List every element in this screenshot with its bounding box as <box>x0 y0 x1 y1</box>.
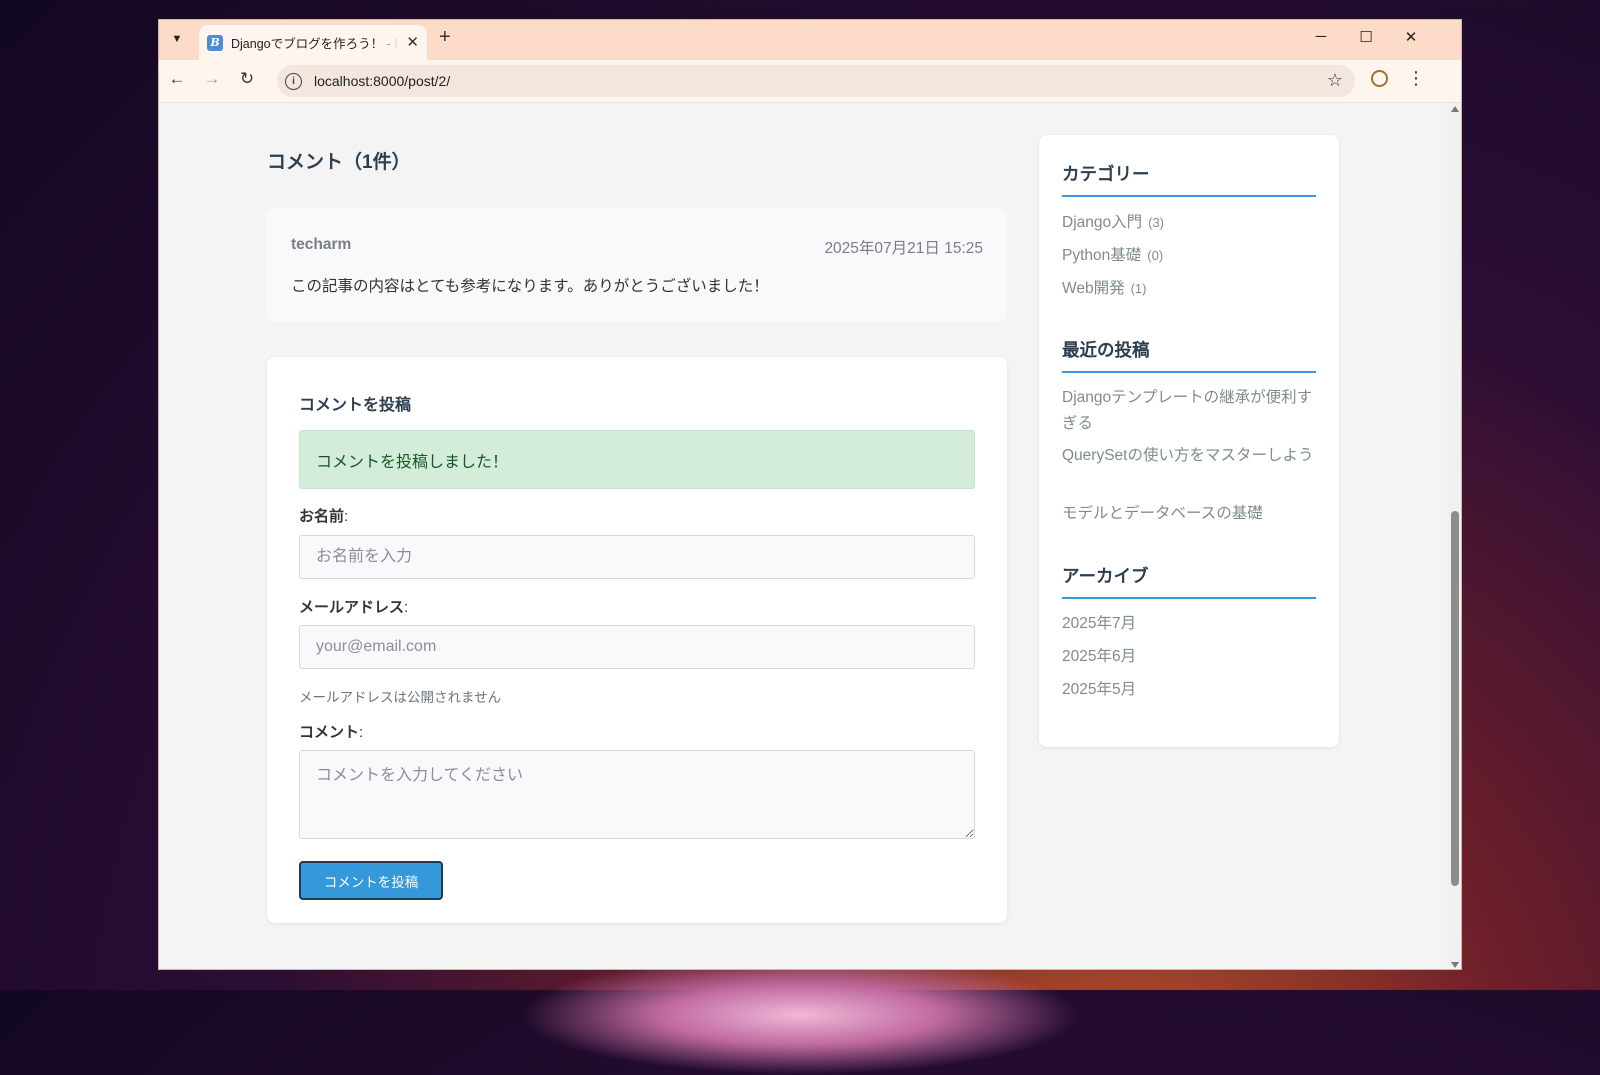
comment-body: この記事の内容はとても参考になります。ありがとうございました！ <box>291 278 769 295</box>
comments-heading: コメント（1件） <box>267 152 411 173</box>
browser-tab-active[interactable]: B Djangoでブログを作ろう！ - My Blog ✕ <box>199 25 427 60</box>
category-count: (0) <box>1147 248 1164 263</box>
name-label-colon: : <box>344 508 349 525</box>
category-link[interactable]: Web開発 (1) <box>1062 276 1316 302</box>
name-label-text: お名前 <box>299 508 345 525</box>
archive-link[interactable]: 2025年7月 <box>1062 611 1316 637</box>
success-alert: コメントを投稿しました！ <box>299 430 975 489</box>
scroll-down-arrow-icon[interactable] <box>1451 962 1459 968</box>
email-help-text: メールアドレスは公開されません <box>299 690 502 705</box>
recent-posts-title: 最近の投稿 <box>1062 337 1316 373</box>
url-text[interactable]: localhost:8000/post/2/ <box>314 73 450 89</box>
reload-icon[interactable]: ↻ <box>235 69 259 89</box>
category-name[interactable]: Python基礎 <box>1062 247 1141 264</box>
tab-search-button[interactable]: ▼ <box>165 27 189 51</box>
site-info-icon[interactable]: i <box>285 72 302 90</box>
comment-label: コメント: <box>299 721 363 742</box>
browser-window: ▼ B Djangoでブログを作ろう！ - My Blog ✕ + ─ ☐ ✕ … <box>158 19 1462 970</box>
category-count: (3) <box>1148 215 1165 230</box>
recent-post-link[interactable]: Djangoテンプレートの継承が便利すぎる <box>1062 385 1316 437</box>
category-count: (1) <box>1130 281 1147 296</box>
name-input[interactable] <box>299 535 975 579</box>
comment-label-colon: : <box>359 724 364 741</box>
tab-strip: ▼ B Djangoでブログを作ろう！ - My Blog ✕ + ─ ☐ ✕ <box>159 20 1461 60</box>
comment-label-text: コメント <box>299 724 360 741</box>
minimize-icon[interactable]: ─ <box>1306 28 1336 45</box>
comment-textarea[interactable] <box>299 750 975 839</box>
window-close-icon[interactable]: ✕ <box>1396 28 1426 46</box>
archives-title: アーカイブ <box>1062 563 1316 599</box>
desktop-wallpaper-glow <box>520 955 1080 1075</box>
submit-comment-button[interactable]: コメントを投稿 <box>299 861 443 900</box>
category-name[interactable]: Django入門 <box>1062 214 1142 231</box>
scroll-up-arrow-icon[interactable] <box>1451 106 1459 112</box>
categories-title: カテゴリー <box>1062 161 1316 197</box>
email-label-text: メールアドレス <box>299 599 405 616</box>
new-tab-icon[interactable]: + <box>439 26 451 49</box>
address-bar[interactable]: i localhost:8000/post/2/ ☆ <box>277 65 1355 97</box>
tab-title: Djangoでブログを作ろう！ - My Blog <box>231 37 399 51</box>
archive-link[interactable]: 2025年5月 <box>1062 677 1316 703</box>
bookmark-star-icon[interactable]: ☆ <box>1327 70 1343 91</box>
profile-icon[interactable] <box>1371 70 1388 87</box>
name-label: お名前: <box>299 505 348 526</box>
scrollbar-thumb[interactable] <box>1451 511 1459 886</box>
email-label: メールアドレス: <box>299 596 408 617</box>
email-input[interactable] <box>299 625 975 669</box>
comment-form-title: コメントを投稿 <box>299 397 412 414</box>
browser-toolbar: ← → ↻ i localhost:8000/post/2/ ☆ ⋮ <box>159 60 1461 103</box>
comment-author: techarm <box>291 236 352 253</box>
archive-link[interactable]: 2025年6月 <box>1062 644 1316 670</box>
comment-form: コメントを投稿 コメントを投稿しました！ お名前: メールアドレス: メールアド… <box>267 357 1007 923</box>
page-viewport: コメント（1件） techarm 2025年07月21日 15:25 この記事の… <box>159 103 1461 969</box>
email-label-colon: : <box>404 599 409 616</box>
maximize-icon[interactable]: ☐ <box>1351 28 1381 46</box>
category-link[interactable]: Python基礎 (0) <box>1062 243 1316 269</box>
chevron-down-icon: ▼ <box>171 33 183 45</box>
back-arrow-icon[interactable]: ← <box>165 69 189 89</box>
comment-date: 2025年07月21日 15:25 <box>824 240 983 257</box>
blog-favicon-icon: B <box>207 34 223 51</box>
category-name[interactable]: Web開発 <box>1062 280 1125 297</box>
sidebar: カテゴリー Django入門 (3) Python基礎 (0) Web開発 (1) 最… <box>1039 135 1339 747</box>
recent-post-link[interactable]: モデルとデータベースの基礎 <box>1062 501 1316 527</box>
recent-post-link[interactable]: QuerySetの使い方をマスターしよう <box>1062 443 1316 469</box>
tab-close-icon[interactable]: ✕ <box>406 33 419 51</box>
forward-arrow-icon[interactable]: → <box>200 69 224 89</box>
kebab-menu-icon[interactable]: ⋮ <box>1407 68 1425 89</box>
vertical-scrollbar[interactable] <box>1447 103 1461 969</box>
category-link[interactable]: Django入門 (3) <box>1062 210 1316 236</box>
comment-item: techarm 2025年07月21日 15:25 この記事の内容はとても参考に… <box>267 209 1007 322</box>
